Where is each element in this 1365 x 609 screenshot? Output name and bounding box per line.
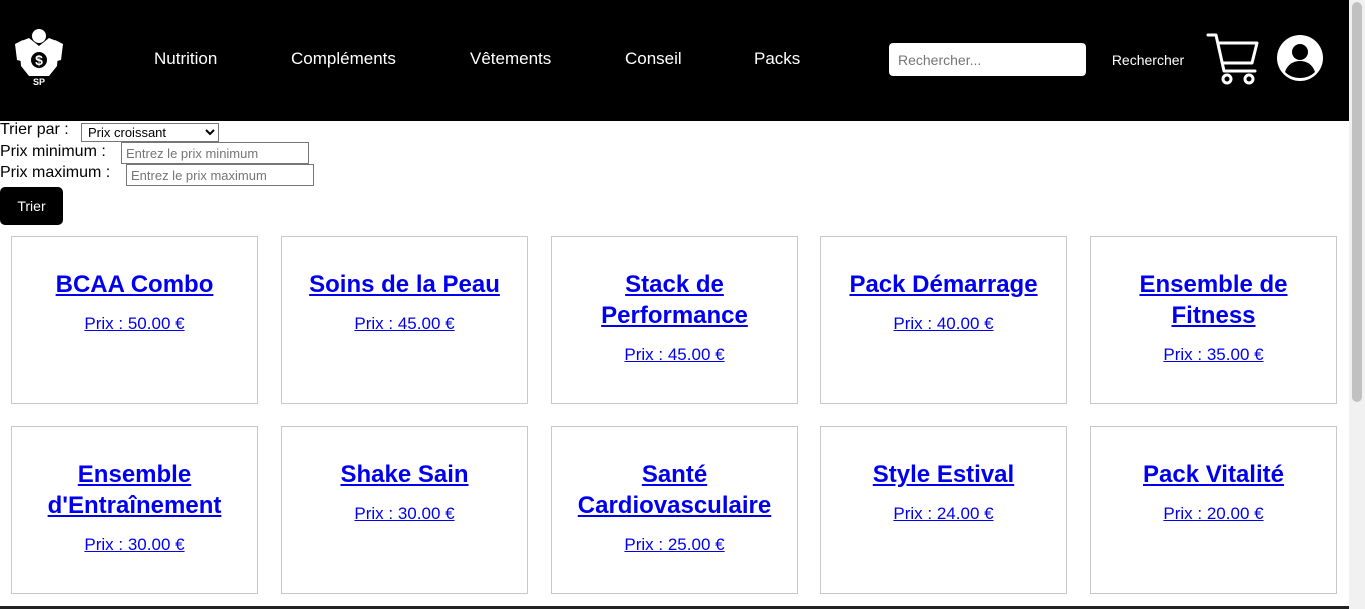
min-price-label: Prix minimum : bbox=[0, 143, 106, 160]
product-title-link[interactable]: Style Estival bbox=[831, 459, 1056, 490]
product-price-link[interactable]: Prix : 20.00 € bbox=[1091, 504, 1336, 524]
product-title-link[interactable]: Pack Vitalité bbox=[1101, 459, 1326, 490]
min-price-input[interactable] bbox=[121, 142, 309, 164]
user-account-icon[interactable] bbox=[1276, 34, 1324, 82]
search-button[interactable]: Rechercher bbox=[1102, 43, 1194, 76]
product-card: Santé Cardiovasculaire Prix : 25.00 € bbox=[551, 426, 798, 594]
product-title-link[interactable]: Shake Sain bbox=[292, 459, 517, 490]
max-price-label: Prix maximum : bbox=[0, 164, 111, 181]
svg-text:$: $ bbox=[35, 52, 43, 68]
product-price-link[interactable]: Prix : 30.00 € bbox=[12, 535, 257, 555]
vertical-scrollbar[interactable] bbox=[1349, 0, 1365, 609]
site-header: $ SP Nutrition Compléments Vêtements Con… bbox=[0, 0, 1349, 121]
product-title-link[interactable]: Pack Démarrage bbox=[831, 269, 1056, 300]
logo-text: SP bbox=[33, 77, 45, 87]
product-price-link[interactable]: Prix : 50.00 € bbox=[12, 314, 257, 334]
nav-link-nutrition[interactable]: Nutrition bbox=[154, 49, 217, 69]
product-card: Ensemble d'Entraînement Prix : 30.00 € bbox=[11, 426, 258, 594]
sort-row: Trier par : bbox=[0, 121, 69, 139]
product-title-link[interactable]: BCAA Combo bbox=[22, 269, 247, 300]
nav-link-conseil[interactable]: Conseil bbox=[625, 49, 682, 69]
product-title-link[interactable]: Stack de Performance bbox=[562, 269, 787, 331]
product-title-link[interactable]: Ensemble d'Entraînement bbox=[22, 459, 247, 521]
product-card: Stack de Performance Prix : 45.00 € bbox=[551, 236, 798, 404]
sort-label: Trier par : bbox=[0, 121, 69, 138]
product-card: BCAA Combo Prix : 50.00 € bbox=[11, 236, 258, 404]
search-input[interactable] bbox=[889, 43, 1086, 76]
nav-link-complements[interactable]: Compléments bbox=[291, 49, 396, 69]
sort-submit-button[interactable]: Trier bbox=[0, 187, 63, 225]
min-price-row: Prix minimum : bbox=[0, 143, 106, 161]
product-price-link[interactable]: Prix : 25.00 € bbox=[552, 535, 797, 555]
scrollbar-thumb[interactable] bbox=[1352, 2, 1362, 402]
product-card: Pack Démarrage Prix : 40.00 € bbox=[820, 236, 1067, 404]
product-title-link[interactable]: Santé Cardiovasculaire bbox=[562, 459, 787, 521]
product-card: Ensemble de Fitness Prix : 35.00 € bbox=[1090, 236, 1337, 404]
product-price-link[interactable]: Prix : 24.00 € bbox=[821, 504, 1066, 524]
product-price-link[interactable]: Prix : 40.00 € bbox=[821, 314, 1066, 334]
max-price-input[interactable] bbox=[126, 164, 314, 186]
product-price-link[interactable]: Prix : 45.00 € bbox=[552, 345, 797, 365]
product-card: Shake Sain Prix : 30.00 € bbox=[281, 426, 528, 594]
nav-link-vetements[interactable]: Vêtements bbox=[470, 49, 551, 69]
nav-link-packs[interactable]: Packs bbox=[754, 49, 800, 69]
sort-select[interactable]: Prix croissant bbox=[81, 123, 219, 142]
product-price-link[interactable]: Prix : 45.00 € bbox=[282, 314, 527, 334]
max-price-row: Prix maximum : bbox=[0, 164, 110, 182]
logo-icon[interactable]: $ SP bbox=[11, 22, 67, 88]
shopping-cart-icon[interactable] bbox=[1205, 31, 1261, 87]
product-card: Style Estival Prix : 24.00 € bbox=[820, 426, 1067, 594]
product-card: Pack Vitalité Prix : 20.00 € bbox=[1090, 426, 1337, 594]
product-card: Soins de la Peau Prix : 45.00 € bbox=[281, 236, 528, 404]
product-price-link[interactable]: Prix : 35.00 € bbox=[1091, 345, 1336, 365]
product-title-link[interactable]: Ensemble de Fitness bbox=[1101, 269, 1326, 331]
product-title-link[interactable]: Soins de la Peau bbox=[292, 269, 517, 300]
product-price-link[interactable]: Prix : 30.00 € bbox=[282, 504, 527, 524]
